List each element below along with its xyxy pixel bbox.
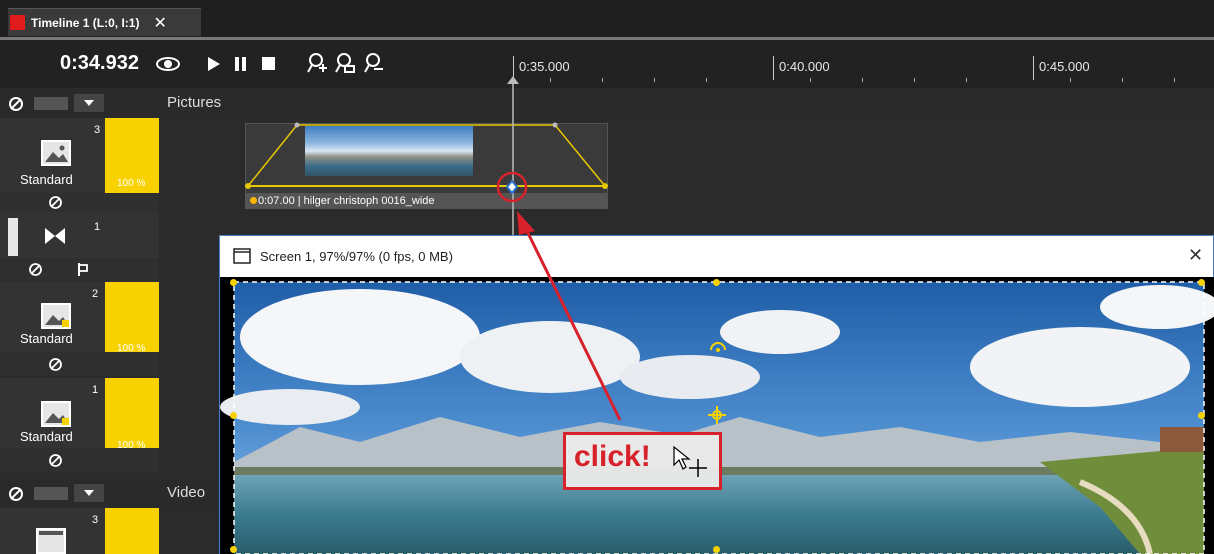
resize-handle[interactable] <box>1198 412 1205 419</box>
track-index: 1 <box>92 384 99 396</box>
mute-icon[interactable] <box>48 357 63 372</box>
mute-icon[interactable] <box>8 96 24 112</box>
keyframe-marker-highlight[interactable] <box>492 170 532 210</box>
clip-label: 0:07.00 | hilger christoph 0016_wide <box>258 195 435 207</box>
video-group-label: Video <box>167 484 206 501</box>
opacity-value: 100 % <box>117 178 146 189</box>
transition-indicator <box>8 218 18 256</box>
grip-handle[interactable] <box>34 97 68 110</box>
resize-handle[interactable] <box>713 279 720 286</box>
resize-handle[interactable] <box>230 546 237 553</box>
window-icon <box>233 248 251 264</box>
picture-icon <box>41 303 71 329</box>
track-index: 3 <box>94 124 101 136</box>
clip-status-dot <box>250 197 257 204</box>
move-cursor-icon <box>673 445 707 477</box>
opacity-bar[interactable] <box>105 508 159 554</box>
opacity-bar[interactable] <box>105 282 159 352</box>
timeline-tab[interactable]: Timeline 1 (L:0, I:1) ✕ <box>8 8 201 36</box>
resize-handle[interactable] <box>230 279 237 286</box>
track-footer <box>0 193 159 212</box>
pictures-group-label: Pictures <box>167 94 222 111</box>
annotation-arrow <box>517 211 622 421</box>
zoom-fit-icon[interactable] <box>333 52 357 74</box>
close-icon[interactable]: ✕ <box>1188 245 1203 266</box>
eye-icon[interactable] <box>155 54 181 74</box>
opacity-bar[interactable] <box>105 378 159 448</box>
track-index: 2 <box>92 288 99 300</box>
track-mode-label: Standard <box>20 331 73 346</box>
tab-close-icon[interactable]: ✕ <box>153 13 166 33</box>
mute-icon[interactable] <box>8 486 24 502</box>
timecode-display: 0:34.932 <box>60 52 139 74</box>
track-mode-label: Standard <box>20 172 73 187</box>
screen-title: Screen 1, 97%/97% (0 fps, 0 MB) <box>260 249 453 264</box>
tab-color-swatch <box>10 15 25 30</box>
clip-thumbnail <box>305 126 473 176</box>
pivot-point-icon[interactable] <box>706 404 728 426</box>
mute-icon[interactable] <box>48 453 63 468</box>
rotate-handle-icon[interactable] <box>707 338 729 356</box>
film-icon <box>36 528 66 554</box>
zoom-out-icon[interactable] <box>362 52 384 74</box>
resize-handle[interactable] <box>1198 279 1205 286</box>
transition-icon <box>45 228 65 244</box>
pause-icon[interactable] <box>234 56 248 72</box>
track-footer <box>0 448 159 472</box>
resize-handle[interactable] <box>713 546 720 553</box>
click-callout-text: click! <box>574 440 651 473</box>
stop-icon[interactable] <box>261 56 277 72</box>
picture-icon <box>41 140 71 166</box>
grip-handle[interactable] <box>34 487 68 500</box>
transition-track-header[interactable] <box>0 212 159 260</box>
play-icon[interactable] <box>206 55 222 73</box>
marker-icon[interactable] <box>76 262 90 277</box>
track-mode-label: Standard <box>20 429 73 444</box>
track-index: 3 <box>92 514 99 526</box>
tab-title: Timeline 1 (L:0, I:1) <box>31 15 140 30</box>
track-index: 1 <box>94 221 101 233</box>
dropdown-button[interactable] <box>74 94 104 112</box>
ruler-minor-ticks <box>550 78 1175 82</box>
mute-icon[interactable] <box>28 262 43 277</box>
zoom-in-icon[interactable] <box>307 52 329 74</box>
track-footer <box>0 352 159 376</box>
mute-icon[interactable] <box>48 195 63 210</box>
picture-icon <box>41 401 71 427</box>
resize-handle[interactable] <box>230 412 237 419</box>
dropdown-button[interactable] <box>74 484 104 502</box>
